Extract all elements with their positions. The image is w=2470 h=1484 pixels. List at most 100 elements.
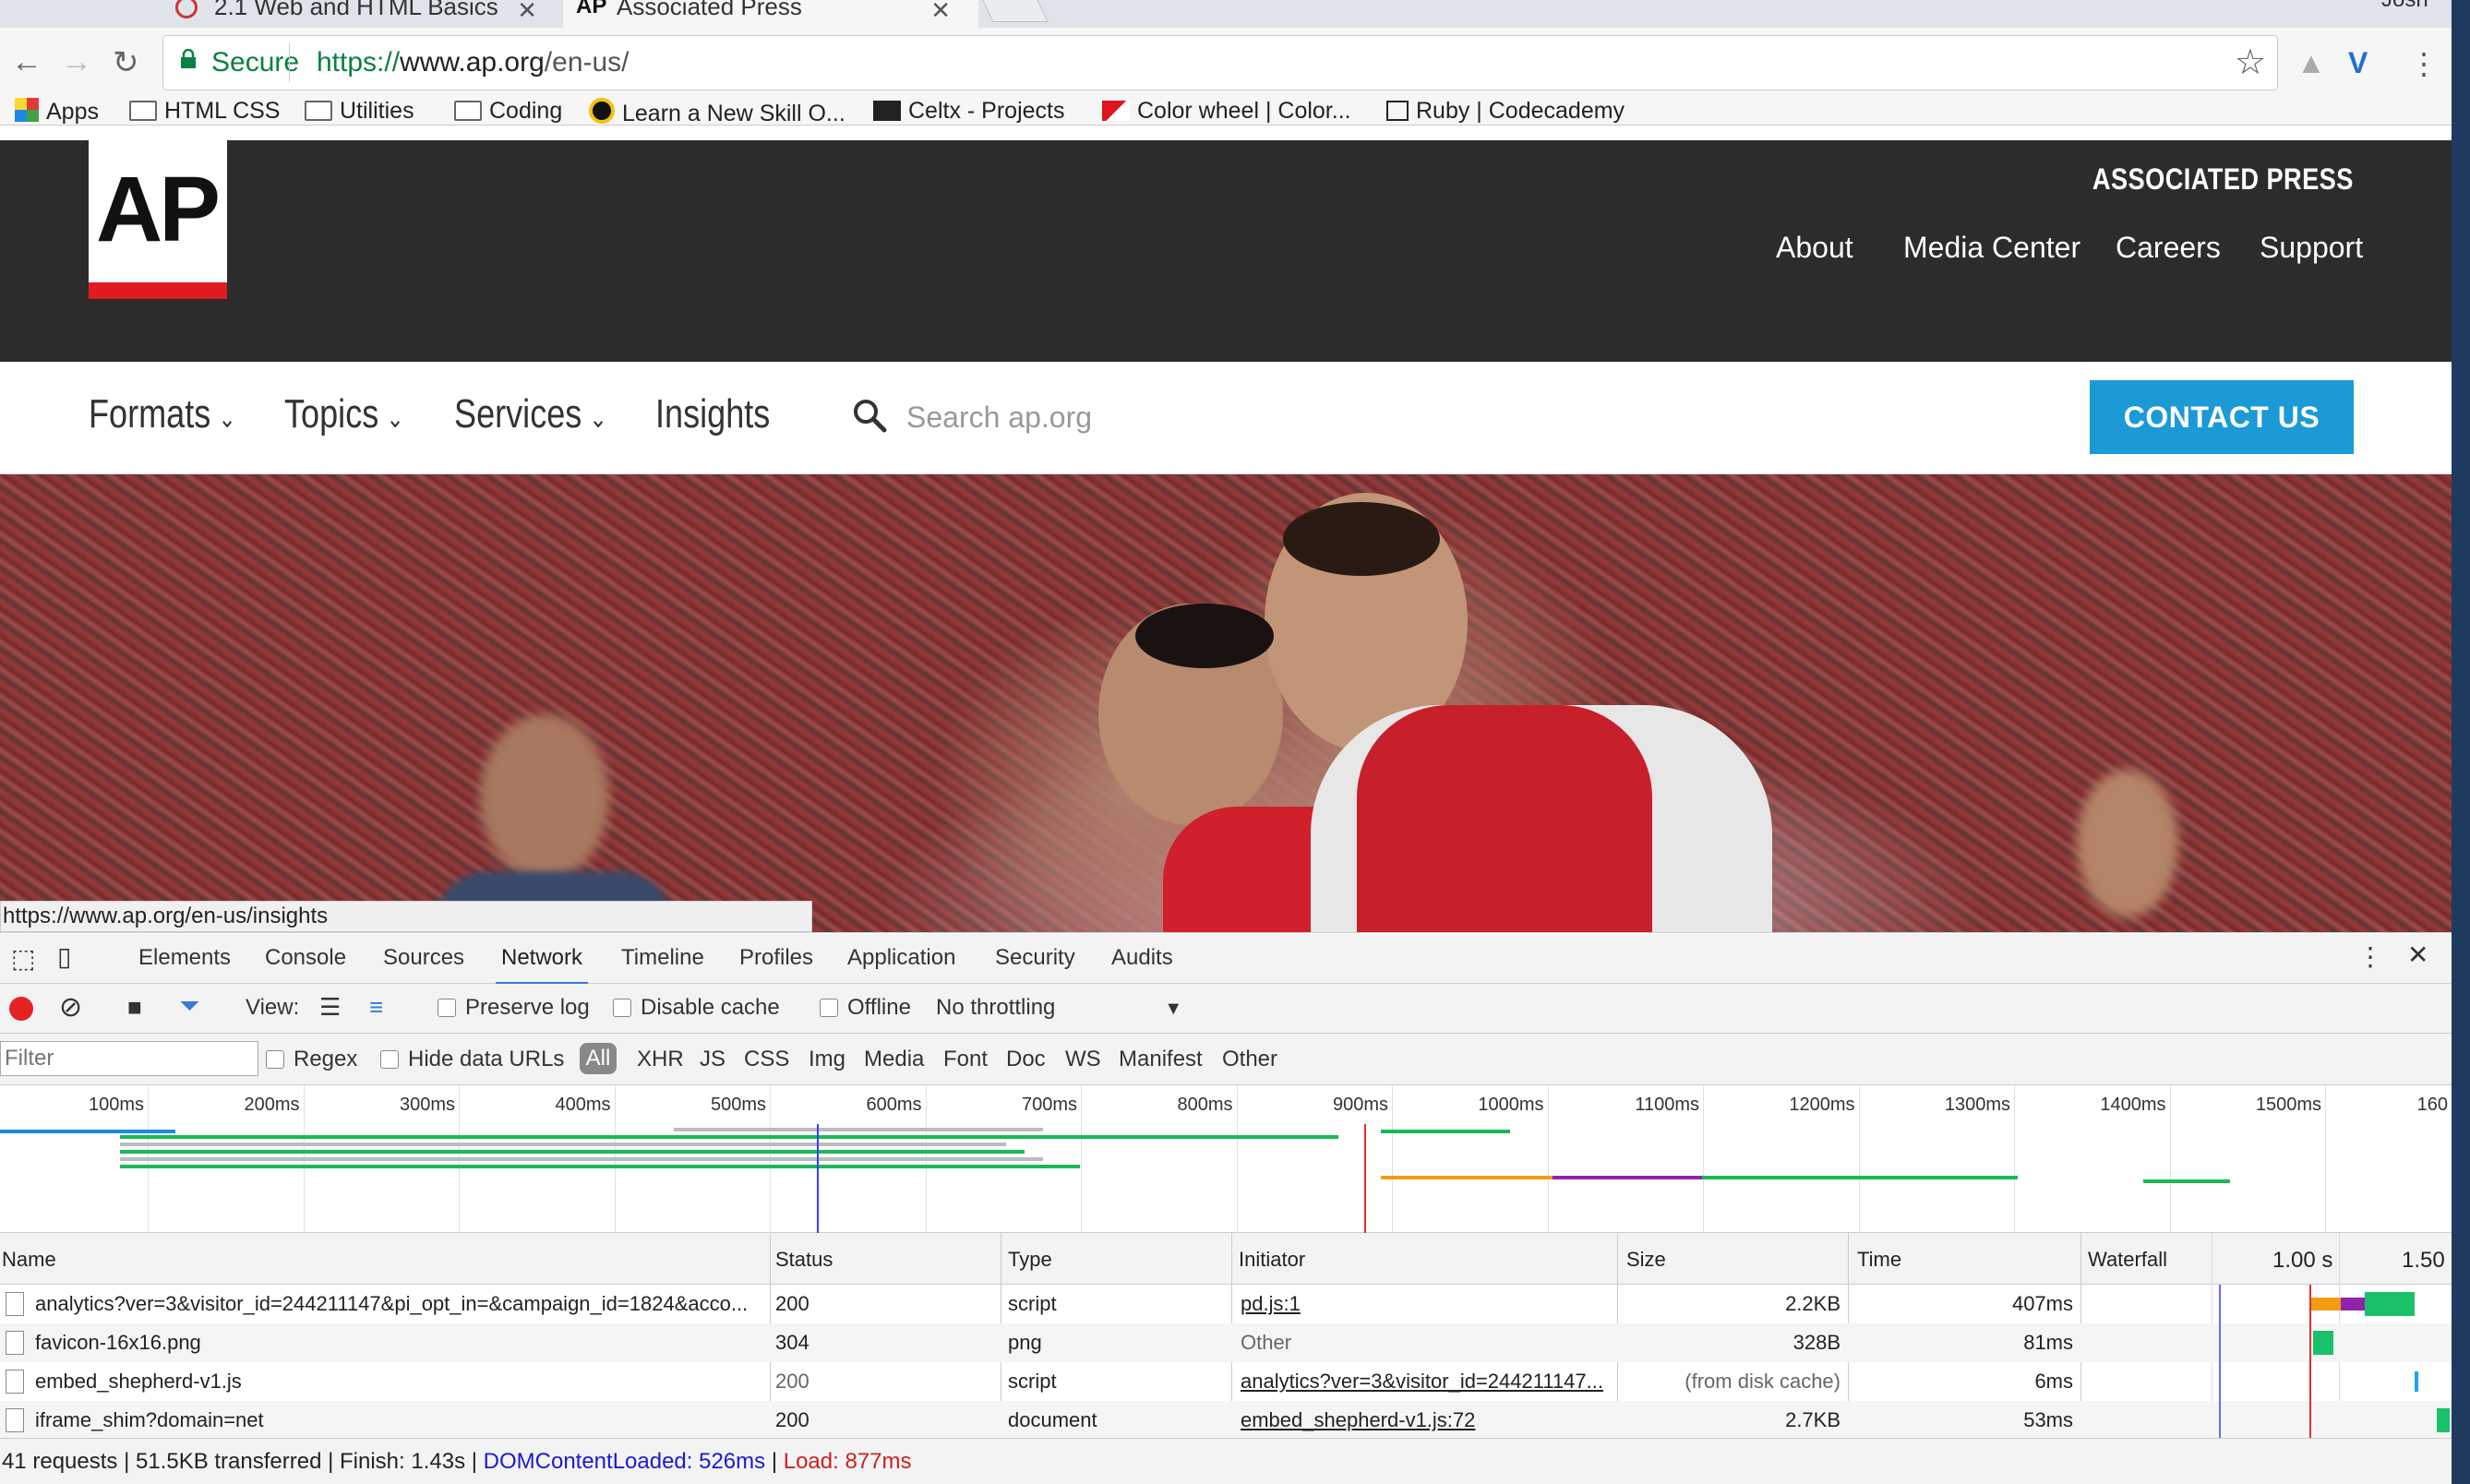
list-view-icon[interactable]: ☰ [319, 993, 341, 1022]
filter-type-js[interactable]: JS [700, 1047, 725, 1072]
col-name[interactable]: Name [2, 1248, 56, 1272]
filter-type-doc[interactable]: Doc [1006, 1047, 1046, 1072]
bookmark-star-icon[interactable]: ☆ [2235, 42, 2266, 83]
devtools-menu-icon[interactable]: ⋮ [2357, 941, 2383, 972]
forward-arrow-icon[interactable]: → [61, 44, 92, 80]
offline-checkbox[interactable]: Offline [820, 995, 911, 1021]
contact-us-button[interactable]: CONTACT US [2090, 380, 2354, 454]
browser-tab-active[interactable]: AP Associated Press ✕ [563, 0, 978, 28]
browser-tab[interactable]: 2.1 Web and HTML Basics ✕ [18, 0, 552, 28]
tab-elements[interactable]: Elements [138, 945, 231, 971]
col-status[interactable]: Status [775, 1248, 833, 1272]
preserve-log-checkbox[interactable]: Preserve log [438, 995, 590, 1021]
search-icon[interactable] [851, 397, 888, 434]
col-initiator[interactable]: Initiator [1239, 1248, 1305, 1272]
dom-content-loaded-line [817, 1124, 819, 1233]
disable-cache-checkbox[interactable]: Disable cache [613, 995, 780, 1021]
throttling-select[interactable]: No throttling ▼ [936, 995, 1182, 1021]
record-icon[interactable] [9, 997, 33, 1021]
bookmark-ruby[interactable]: Ruby | Codecademy [1386, 98, 1625, 125]
topnav-support[interactable]: Support [2260, 231, 2363, 265]
nav-topics[interactable]: Topics ⌄ [284, 391, 404, 437]
nav-formats[interactable]: Formats ⌄ [89, 391, 236, 437]
url-text[interactable]: https://www.ap.org/en-us/ [317, 47, 629, 78]
bookmark-color-wheel[interactable]: Color wheel | Color... [1102, 98, 1351, 125]
checkbox[interactable] [266, 1050, 284, 1069]
checkbox[interactable] [438, 999, 456, 1017]
table-row[interactable]: favicon-16x16.png 304 png Other 328B 81m… [0, 1323, 2452, 1362]
regex-checkbox[interactable]: Regex [266, 1047, 357, 1072]
row-initiator-link[interactable]: embed_shepherd-v1.js:72 [1241, 1408, 1610, 1432]
drive-extension-icon[interactable]: ▲ [2296, 46, 2326, 80]
apps-grid-icon [15, 98, 39, 122]
tab-network[interactable]: Network [495, 945, 589, 985]
checkbox[interactable] [820, 999, 838, 1017]
filter-type-other[interactable]: Other [1222, 1047, 1277, 1072]
filter-type-media[interactable]: Media [864, 1047, 924, 1072]
file-icon [6, 1292, 24, 1316]
filter-type-font[interactable]: Font [943, 1047, 988, 1072]
table-row[interactable]: iframe_shim?domain=net 200 document embe… [0, 1401, 2452, 1440]
nav-insights[interactable]: Insights [655, 391, 770, 437]
close-devtools-icon[interactable]: ✕ [2407, 939, 2428, 970]
filter-input[interactable] [0, 1041, 258, 1076]
bookmark-utilities[interactable]: Utilities [305, 98, 414, 125]
filter-funnel-icon[interactable]: ⏷ [179, 991, 199, 1022]
col-size[interactable]: Size [1626, 1248, 1666, 1272]
overview-bar [120, 1135, 1338, 1139]
new-tab-button[interactable] [982, 0, 1049, 22]
filter-type-manifest[interactable]: Manifest [1119, 1047, 1203, 1072]
bookmark-apps[interactable]: Apps [15, 98, 99, 126]
overview-tick-label: 1200ms [1789, 1095, 1855, 1115]
checkbox[interactable] [380, 1050, 399, 1069]
bookmark-learn[interactable]: Learn a New Skill O... [589, 98, 845, 127]
topnav-careers[interactable]: Careers [2116, 231, 2221, 265]
capture-screenshots-icon[interactable]: ■ [127, 993, 142, 1022]
back-arrow-icon[interactable]: ← [11, 44, 42, 80]
col-type[interactable]: Type [1008, 1248, 1052, 1272]
filter-type-xhr[interactable]: XHR [637, 1047, 684, 1072]
filter-type-img[interactable]: Img [809, 1047, 845, 1072]
tab-security[interactable]: Security [995, 945, 1075, 971]
menu-kebab-icon[interactable]: ⋮ [2409, 46, 2439, 81]
filter-type-all[interactable]: All [580, 1043, 617, 1074]
inspect-element-icon[interactable]: ⬚ [11, 943, 35, 974]
hide-data-urls-checkbox[interactable]: Hide data URLs [380, 1047, 564, 1072]
reload-icon[interactable]: ↻ [113, 44, 139, 81]
filter-type-css[interactable]: CSS [744, 1047, 789, 1072]
topnav-media-center[interactable]: Media Center [1903, 231, 2080, 265]
tab-sources[interactable]: Sources [383, 945, 464, 971]
device-toolbar-icon[interactable]: ▯ [57, 941, 71, 972]
col-waterfall[interactable]: Waterfall [2088, 1248, 2167, 1272]
devtools-tab-bar [0, 934, 2452, 984]
topnav-about[interactable]: About [1776, 231, 1853, 265]
bookmark-html-css[interactable]: HTML CSS [129, 98, 280, 125]
search-input[interactable] [906, 395, 1276, 439]
tab-console[interactable]: Console [265, 945, 346, 971]
tab-timeline[interactable]: Timeline [621, 945, 704, 971]
waterfall-bar [2309, 1298, 2341, 1310]
tab-profiles[interactable]: Profiles [739, 945, 813, 971]
waterfall-view-icon[interactable]: ≡ [369, 993, 383, 1022]
profile-name[interactable]: Josh [2381, 0, 2428, 13]
bookmark-celtx[interactable]: Celtx - Projects [873, 98, 1064, 125]
extension-v-icon[interactable]: V [2348, 46, 2368, 80]
col-time[interactable]: Time [1857, 1248, 1901, 1272]
filter-type-ws[interactable]: WS [1065, 1047, 1101, 1072]
clear-icon[interactable]: ⊘ [59, 991, 82, 1023]
bookmark-label: Color wheel | Color... [1137, 98, 1351, 124]
nav-label: Topics [284, 391, 379, 437]
close-tab-icon[interactable]: ✕ [517, 0, 537, 22]
ap-logo[interactable]: AP [89, 140, 227, 299]
close-tab-icon[interactable]: ✕ [930, 0, 951, 22]
table-row[interactable]: embed_shepherd-v1.js 200 script analytic… [0, 1362, 2452, 1401]
row-initiator-link[interactable]: analytics?ver=3&visitor_id=244211147... [1241, 1370, 1610, 1394]
address-bar[interactable]: Secure https://www.ap.org/en-us/ ☆ [162, 35, 2278, 90]
checkbox[interactable] [613, 999, 631, 1017]
bookmark-coding[interactable]: Coding [454, 98, 562, 125]
table-row[interactable]: analytics?ver=3&visitor_id=244211147&pi_… [0, 1285, 2452, 1323]
row-initiator-link[interactable]: pd.js:1 [1241, 1292, 1610, 1316]
tab-audits[interactable]: Audits [1111, 945, 1173, 971]
tab-application[interactable]: Application [847, 945, 955, 971]
nav-services[interactable]: Services ⌄ [454, 391, 607, 437]
